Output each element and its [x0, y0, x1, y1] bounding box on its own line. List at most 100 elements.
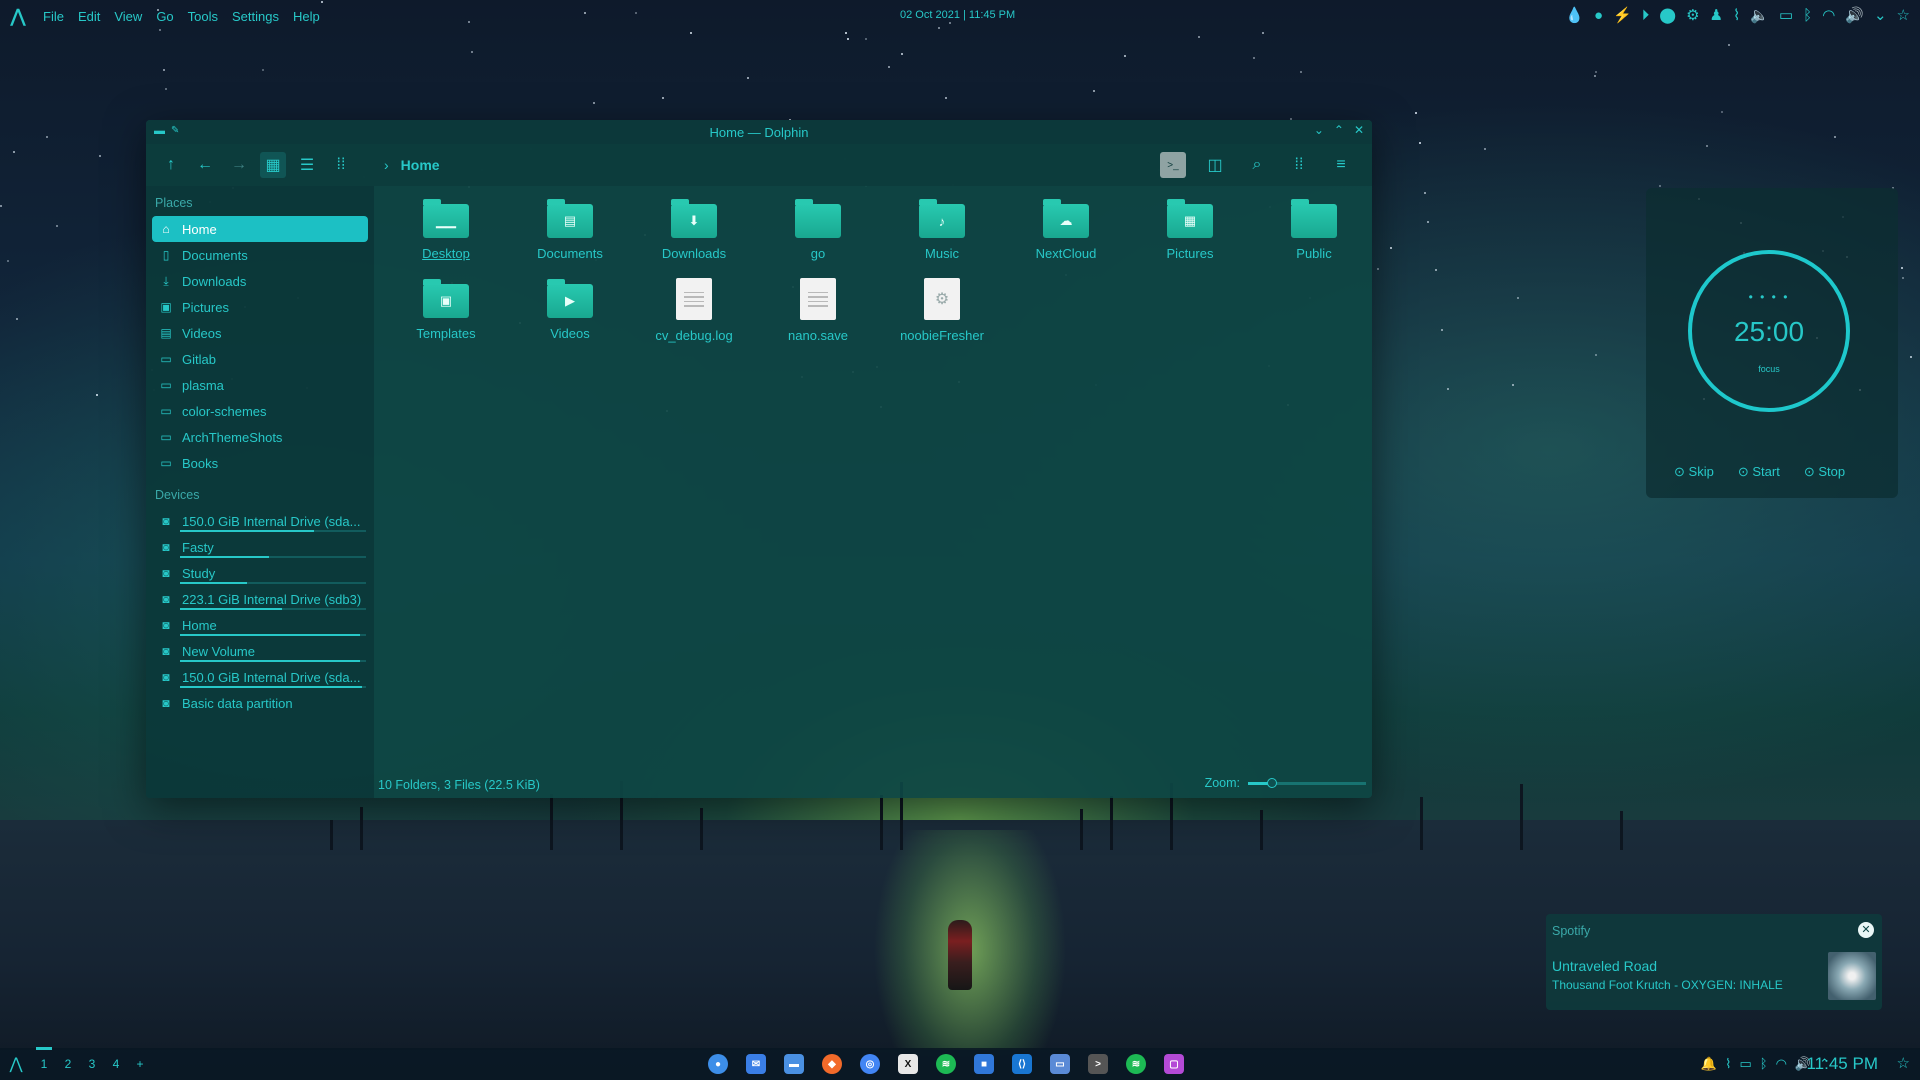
sidebar-item-archthemeshots[interactable]: ▭ ArchThemeShots [152, 424, 368, 450]
sidebar-item-home[interactable]: ⌂ Home [152, 216, 368, 242]
desktop-3[interactable]: 3 [80, 1057, 104, 1071]
zoom-slider[interactable] [1248, 777, 1366, 788]
wifi-icon[interactable]: ◠ [1776, 1056, 1787, 1072]
speaker-icon[interactable]: 🔊 [1845, 6, 1864, 24]
folder-item[interactable]: ▁▁ Desktop [384, 196, 508, 276]
file-item[interactable]: ⚙ noobieFresher [880, 276, 1004, 356]
top-clock[interactable]: 02 Oct 2021 | 11:45 PM [900, 9, 1015, 21]
spotify-notification[interactable]: Spotify ✕ Untraveled Road Thousand Foot … [1546, 914, 1882, 1010]
play-icon[interactable]: ⏵ [1642, 7, 1650, 24]
terminal-app-icon[interactable]: > [1088, 1054, 1108, 1074]
bell-icon[interactable]: 🔔 [1701, 1056, 1717, 1072]
device-item[interactable]: ◙ Study [152, 560, 368, 586]
sidebar-item-downloads[interactable]: ⤓ Downloads [152, 268, 368, 294]
battery-icon[interactable]: ▭ [1779, 6, 1793, 24]
mail-app-icon[interactable]: ✉ [746, 1054, 766, 1074]
droplet-icon[interactable]: 💧 [1565, 6, 1584, 24]
folder-item[interactable]: ♪ Music [880, 196, 1004, 276]
device-item[interactable]: ◙ Home [152, 612, 368, 638]
package-app-icon[interactable]: ■ [974, 1054, 994, 1074]
breadcrumb[interactable]: Home [401, 157, 440, 173]
split-view-icon[interactable]: ◫ [1202, 152, 1228, 178]
activity-icon[interactable]: ⚡ [1613, 6, 1632, 24]
grid-menu-icon[interactable]: ⁞⁞ [1286, 152, 1312, 178]
star-icon[interactable]: ☆ [1897, 6, 1910, 24]
spotify-running-icon[interactable]: ≋ [1126, 1054, 1146, 1074]
stop-button[interactable]: ⊙ Stop [1804, 464, 1845, 480]
spotify-app-icon[interactable]: ≋ [936, 1054, 956, 1074]
window-titlebar[interactable]: ▬ ✎ Home — Dolphin ⌄ ⌃ ✕ [146, 120, 1372, 144]
sidebar-item-pictures[interactable]: ▣ Pictures [152, 294, 368, 320]
wifi-icon[interactable]: ◠ [1822, 6, 1835, 24]
add-desktop-button[interactable]: + [128, 1057, 152, 1071]
pin-icon[interactable]: ✎ [171, 125, 179, 137]
details-view-icon[interactable]: ☰ [294, 152, 320, 178]
skip-button[interactable]: ⊙ Skip [1674, 464, 1714, 480]
bluetooth-icon[interactable]: ᛒ [1760, 1056, 1768, 1072]
icons-view-icon[interactable]: ▦ [260, 152, 286, 178]
compact-view-icon[interactable]: ⁞⁞ [328, 152, 354, 178]
chevron-down-icon[interactable]: ⌄ [1874, 6, 1887, 24]
x-app-icon[interactable]: X [898, 1054, 918, 1074]
dolphin-app-icon[interactable]: ▬ [154, 125, 165, 137]
sidebar-item-color-schemes[interactable]: ▭ color-schemes [152, 398, 368, 424]
folder-item[interactable]: Public [1252, 196, 1372, 276]
gear-icon[interactable]: ⚙ [1686, 6, 1699, 24]
finder-app-icon[interactable]: ● [708, 1054, 728, 1074]
sidebar-item-books[interactable]: ▭ Books [152, 450, 368, 476]
forward-arrow-icon[interactable]: → [226, 152, 252, 178]
up-arrow-icon[interactable]: ↑ [158, 152, 184, 178]
dolphin-app-icon[interactable]: ▬ [784, 1054, 804, 1074]
hamburger-menu-icon[interactable]: ≡ [1328, 152, 1354, 178]
start-button[interactable]: ⊙ Start [1738, 464, 1780, 480]
menu-settings[interactable]: Settings [232, 9, 279, 24]
folder-item[interactable]: go [756, 196, 880, 276]
device-item[interactable]: ◙ 223.1 GiB Internal Drive (sdb3) [152, 586, 368, 612]
user-icon[interactable]: ♟ [1710, 6, 1723, 24]
menu-view[interactable]: View [114, 9, 142, 24]
star-icon[interactable]: ☆ [1897, 1054, 1910, 1072]
record-icon[interactable]: ⬤ [1659, 6, 1676, 24]
sidebar-item-documents[interactable]: ▯ Documents [152, 242, 368, 268]
close-icon[interactable]: ✕ [1858, 922, 1874, 938]
zoom-slider-handle[interactable] [1266, 777, 1277, 788]
device-item[interactable]: ◙ Fasty [152, 534, 368, 560]
paperclip-icon[interactable]: ⌇ [1725, 1056, 1731, 1072]
minimize-icon[interactable]: ⌄ [1314, 123, 1324, 137]
search-icon[interactable]: ⌕ [1244, 152, 1270, 178]
folder-item[interactable]: ▶ Videos [508, 276, 632, 356]
device-item[interactable]: ◙ 150.0 GiB Internal Drive (sda... [152, 664, 368, 690]
display-app-icon[interactable]: ▭ [1050, 1054, 1070, 1074]
folder-item[interactable]: ☁ NextCloud [1004, 196, 1128, 276]
folder-item[interactable]: ▤ Documents [508, 196, 632, 276]
close-icon[interactable]: ✕ [1354, 123, 1364, 137]
battery-icon[interactable]: ▭ [1739, 1056, 1751, 1072]
menu-help[interactable]: Help [293, 9, 320, 24]
device-item[interactable]: ◙ Basic data partition [152, 690, 368, 716]
arch-launcher-icon[interactable]: ⋀ [0, 1054, 32, 1074]
device-item[interactable]: ◙ New Volume [152, 638, 368, 664]
device-item[interactable]: ◙ 150.0 GiB Internal Drive (sda... [152, 508, 368, 534]
folder-item[interactable]: ⬇ Downloads [632, 196, 756, 276]
back-arrow-icon[interactable]: ← [192, 152, 218, 178]
brave-browser-icon[interactable]: ◆ [822, 1054, 842, 1074]
desktop-4[interactable]: 4 [104, 1057, 128, 1071]
volume-icon[interactable]: 🔈 [1750, 6, 1769, 24]
desktop-1[interactable]: 1 [32, 1047, 56, 1071]
folder-item[interactable]: ▦ Pictures [1128, 196, 1252, 276]
taskbar-clock[interactable]: 11:45 PM [1806, 1054, 1878, 1074]
paperclip-icon[interactable]: ⌇ [1733, 6, 1740, 24]
desktop-2[interactable]: 2 [56, 1057, 80, 1071]
arch-logo-icon[interactable]: ⋀ [0, 6, 36, 27]
sidebar-item-plasma[interactable]: ▭ plasma [152, 372, 368, 398]
menu-tools[interactable]: Tools [188, 9, 218, 24]
chrome-browser-icon[interactable]: ◎ [860, 1054, 880, 1074]
menu-file[interactable]: File [43, 9, 64, 24]
vscode-app-icon[interactable]: ⟨⟩ [1012, 1054, 1032, 1074]
menu-go[interactable]: Go [156, 9, 173, 24]
menu-edit[interactable]: Edit [78, 9, 100, 24]
screenshot-app-icon[interactable]: ▢ [1164, 1054, 1184, 1074]
maximize-icon[interactable]: ⌃ [1334, 123, 1344, 137]
file-item[interactable]: cv_debug.log [632, 276, 756, 356]
bluetooth-icon[interactable]: ᛒ [1803, 7, 1812, 24]
